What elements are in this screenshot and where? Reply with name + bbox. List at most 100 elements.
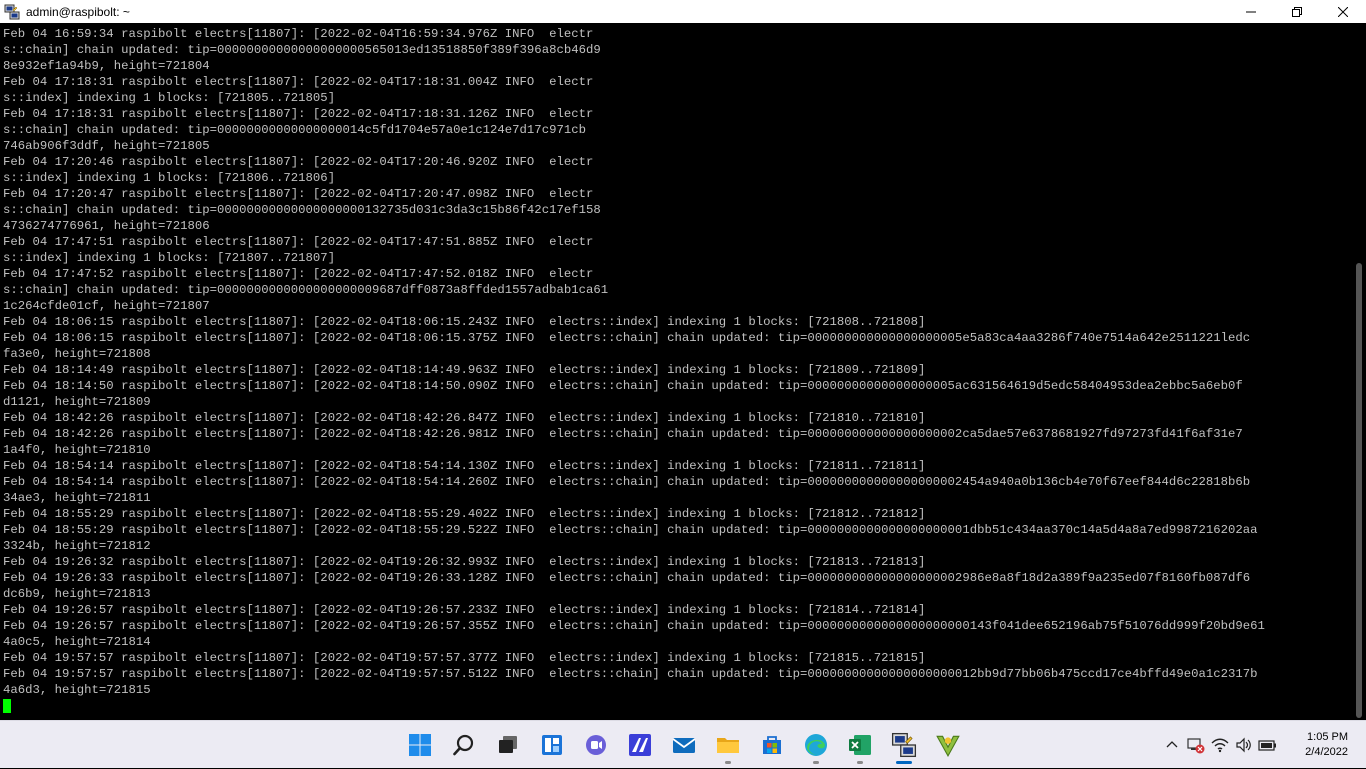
- terminal-line: s::chain] chain updated: tip=00000000000…: [3, 203, 601, 217]
- window-title: admin@raspibolt: ~: [26, 4, 130, 19]
- terminal-line: 4a6d3, height=721815: [3, 683, 151, 697]
- terminal-line: Feb 04 18:54:14 raspibolt electrs[11807]…: [3, 475, 1251, 489]
- terminal-line: Feb 04 17:20:46 raspibolt electrs[11807]…: [3, 155, 594, 169]
- network-status[interactable]: [1184, 721, 1208, 769]
- terminal-output[interactable]: Feb 04 16:59:34 raspibolt electrs[11807]…: [0, 23, 1352, 720]
- terminal-scrollbar[interactable]: [1352, 23, 1366, 720]
- window-controls: [1228, 0, 1366, 23]
- volume-status[interactable]: [1232, 721, 1256, 769]
- terminal-lines: Feb 04 16:59:34 raspibolt electrs[11807]…: [0, 23, 1352, 713]
- terminal-line: s::index] indexing 1 blocks: [721807..72…: [3, 251, 336, 265]
- task-view-button[interactable]: [486, 721, 530, 769]
- app-button-1[interactable]: [618, 721, 662, 769]
- mail-button[interactable]: [662, 721, 706, 769]
- minimize-icon: [1246, 11, 1256, 12]
- running-indicator: [813, 761, 819, 764]
- terminal-line: Feb 04 19:26:32 raspibolt electrs[11807]…: [3, 555, 926, 569]
- terminal-line: Feb 04 17:18:31 raspibolt electrs[11807]…: [3, 107, 594, 121]
- taskbar-clock[interactable]: 1:05 PM 2/4/2022: [1305, 730, 1348, 760]
- terminal-line: Feb 04 18:06:15 raspibolt electrs[11807]…: [3, 331, 1251, 345]
- terminal-line: 746ab906f3ddf, height=721805: [3, 139, 210, 153]
- battery-status[interactable]: [1256, 721, 1280, 769]
- terminal-line: 34ae3, height=721811: [3, 491, 151, 505]
- chevron-up-icon: [1166, 741, 1178, 748]
- search-icon: [453, 734, 474, 756]
- scrollbar-thumb[interactable]: [1356, 263, 1362, 718]
- task-view-icon: [499, 736, 517, 753]
- terminal-line: Feb 04 17:47:51 raspibolt electrs[11807]…: [3, 235, 594, 249]
- edge-icon: [805, 734, 827, 756]
- folder-icon: [717, 738, 739, 753]
- terminal-line: Feb 04 16:59:34 raspibolt electrs[11807]…: [3, 27, 594, 41]
- excel-button[interactable]: [838, 721, 882, 769]
- title-bar[interactable]: admin@raspibolt: ~: [0, 0, 1366, 23]
- close-button[interactable]: [1320, 0, 1366, 23]
- taskbar: 1:05 PM 2/4/2022: [0, 720, 1366, 768]
- network-error-icon: [1187, 738, 1205, 754]
- terminal-line: s::index] indexing 1 blocks: [721806..72…: [3, 171, 336, 185]
- terminal-line: Feb 04 17:18:31 raspibolt electrs[11807]…: [3, 75, 594, 89]
- clock-date: 2/4/2022: [1305, 746, 1348, 758]
- terminal-line: Feb 04 18:42:26 raspibolt electrs[11807]…: [3, 427, 1243, 441]
- terminal-line: 1c264cfde01cf, height=721807: [3, 299, 210, 313]
- edge-button[interactable]: [794, 721, 838, 769]
- terminal-cursor: [3, 699, 11, 713]
- terminal-line: d1121, height=721809: [3, 395, 151, 409]
- widgets-button[interactable]: [530, 721, 574, 769]
- putty-button[interactable]: [882, 721, 926, 769]
- volume-icon: [1236, 737, 1251, 753]
- wallet-button[interactable]: [926, 721, 970, 769]
- terminal-line: Feb 04 19:26:33 raspibolt electrs[11807]…: [3, 571, 1251, 585]
- close-icon: [1338, 6, 1348, 17]
- wallet-icon: [936, 735, 960, 757]
- terminal-line: Feb 04 18:55:29 raspibolt electrs[11807]…: [3, 523, 1258, 537]
- widgets-icon: [542, 735, 562, 755]
- active-indicator: [896, 761, 912, 764]
- terminal-line: Feb 04 19:26:57 raspibolt electrs[11807]…: [3, 603, 926, 617]
- terminal-line: Feb 04 18:14:49 raspibolt electrs[11807]…: [3, 363, 926, 377]
- putty-icon: [891, 732, 917, 758]
- show-hidden-icons[interactable]: [1160, 721, 1184, 769]
- terminal-line: 3324b, height=721812: [3, 539, 151, 553]
- start-button[interactable]: [398, 721, 442, 769]
- terminal-line: dc6b9, height=721813: [3, 587, 151, 601]
- terminal-line: Feb 04 18:14:50 raspibolt electrs[11807]…: [3, 379, 1243, 393]
- terminal-line: Feb 04 18:55:29 raspibolt electrs[11807]…: [3, 507, 926, 521]
- store-icon: [763, 736, 781, 754]
- system-tray: [1160, 721, 1280, 769]
- terminal-line: s::chain] chain updated: tip=00000000000…: [3, 43, 601, 57]
- taskbar-pinned-apps: [398, 721, 970, 769]
- restore-button[interactable]: [1274, 0, 1320, 23]
- excel-icon: [849, 735, 871, 755]
- terminal-line: Feb 04 17:47:52 raspibolt electrs[11807]…: [3, 267, 594, 281]
- minimize-button[interactable]: [1228, 0, 1274, 23]
- terminal-line: Feb 04 18:06:15 raspibolt electrs[11807]…: [3, 315, 926, 329]
- chat-icon: [586, 735, 606, 755]
- terminal-line: Feb 04 19:26:57 raspibolt electrs[11807]…: [3, 619, 1265, 633]
- terminal-line: s::index] indexing 1 blocks: [721805..72…: [3, 91, 336, 105]
- windows-logo-icon: [409, 734, 431, 756]
- terminal-line: Feb 04 18:54:14 raspibolt electrs[11807]…: [3, 459, 926, 473]
- running-indicator: [857, 761, 863, 764]
- restore-icon: [1292, 6, 1302, 17]
- battery-icon: [1258, 740, 1276, 751]
- terminal-line: 8e932ef1a94b9, height=721804: [3, 59, 210, 73]
- terminal-line: 1a4f0, height=721810: [3, 443, 151, 457]
- store-button[interactable]: [750, 721, 794, 769]
- terminal-line: 4736274776961, height=721806: [3, 219, 210, 233]
- terminal-line: Feb 04 18:42:26 raspibolt electrs[11807]…: [3, 411, 926, 425]
- terminal-line: Feb 04 19:57:57 raspibolt electrs[11807]…: [3, 651, 926, 665]
- running-indicator: [725, 761, 731, 764]
- wifi-status[interactable]: [1208, 721, 1232, 769]
- search-button[interactable]: [442, 721, 486, 769]
- wifi-icon: [1211, 738, 1229, 753]
- terminal-line: fa3e0, height=721808: [3, 347, 151, 361]
- mail-icon: [672, 738, 696, 753]
- terminal-line: Feb 04 19:57:57 raspibolt electrs[11807]…: [3, 667, 1258, 681]
- putty-icon: [4, 4, 20, 19]
- chat-button[interactable]: [574, 721, 618, 769]
- terminal-line: s::chain] chain updated: tip=00000000000…: [3, 283, 609, 297]
- terminal-line: Feb 04 17:20:47 raspibolt electrs[11807]…: [3, 187, 594, 201]
- file-explorer-button[interactable]: [706, 721, 750, 769]
- terminal-line: s::chain] chain updated: tip=00000000000…: [3, 123, 586, 137]
